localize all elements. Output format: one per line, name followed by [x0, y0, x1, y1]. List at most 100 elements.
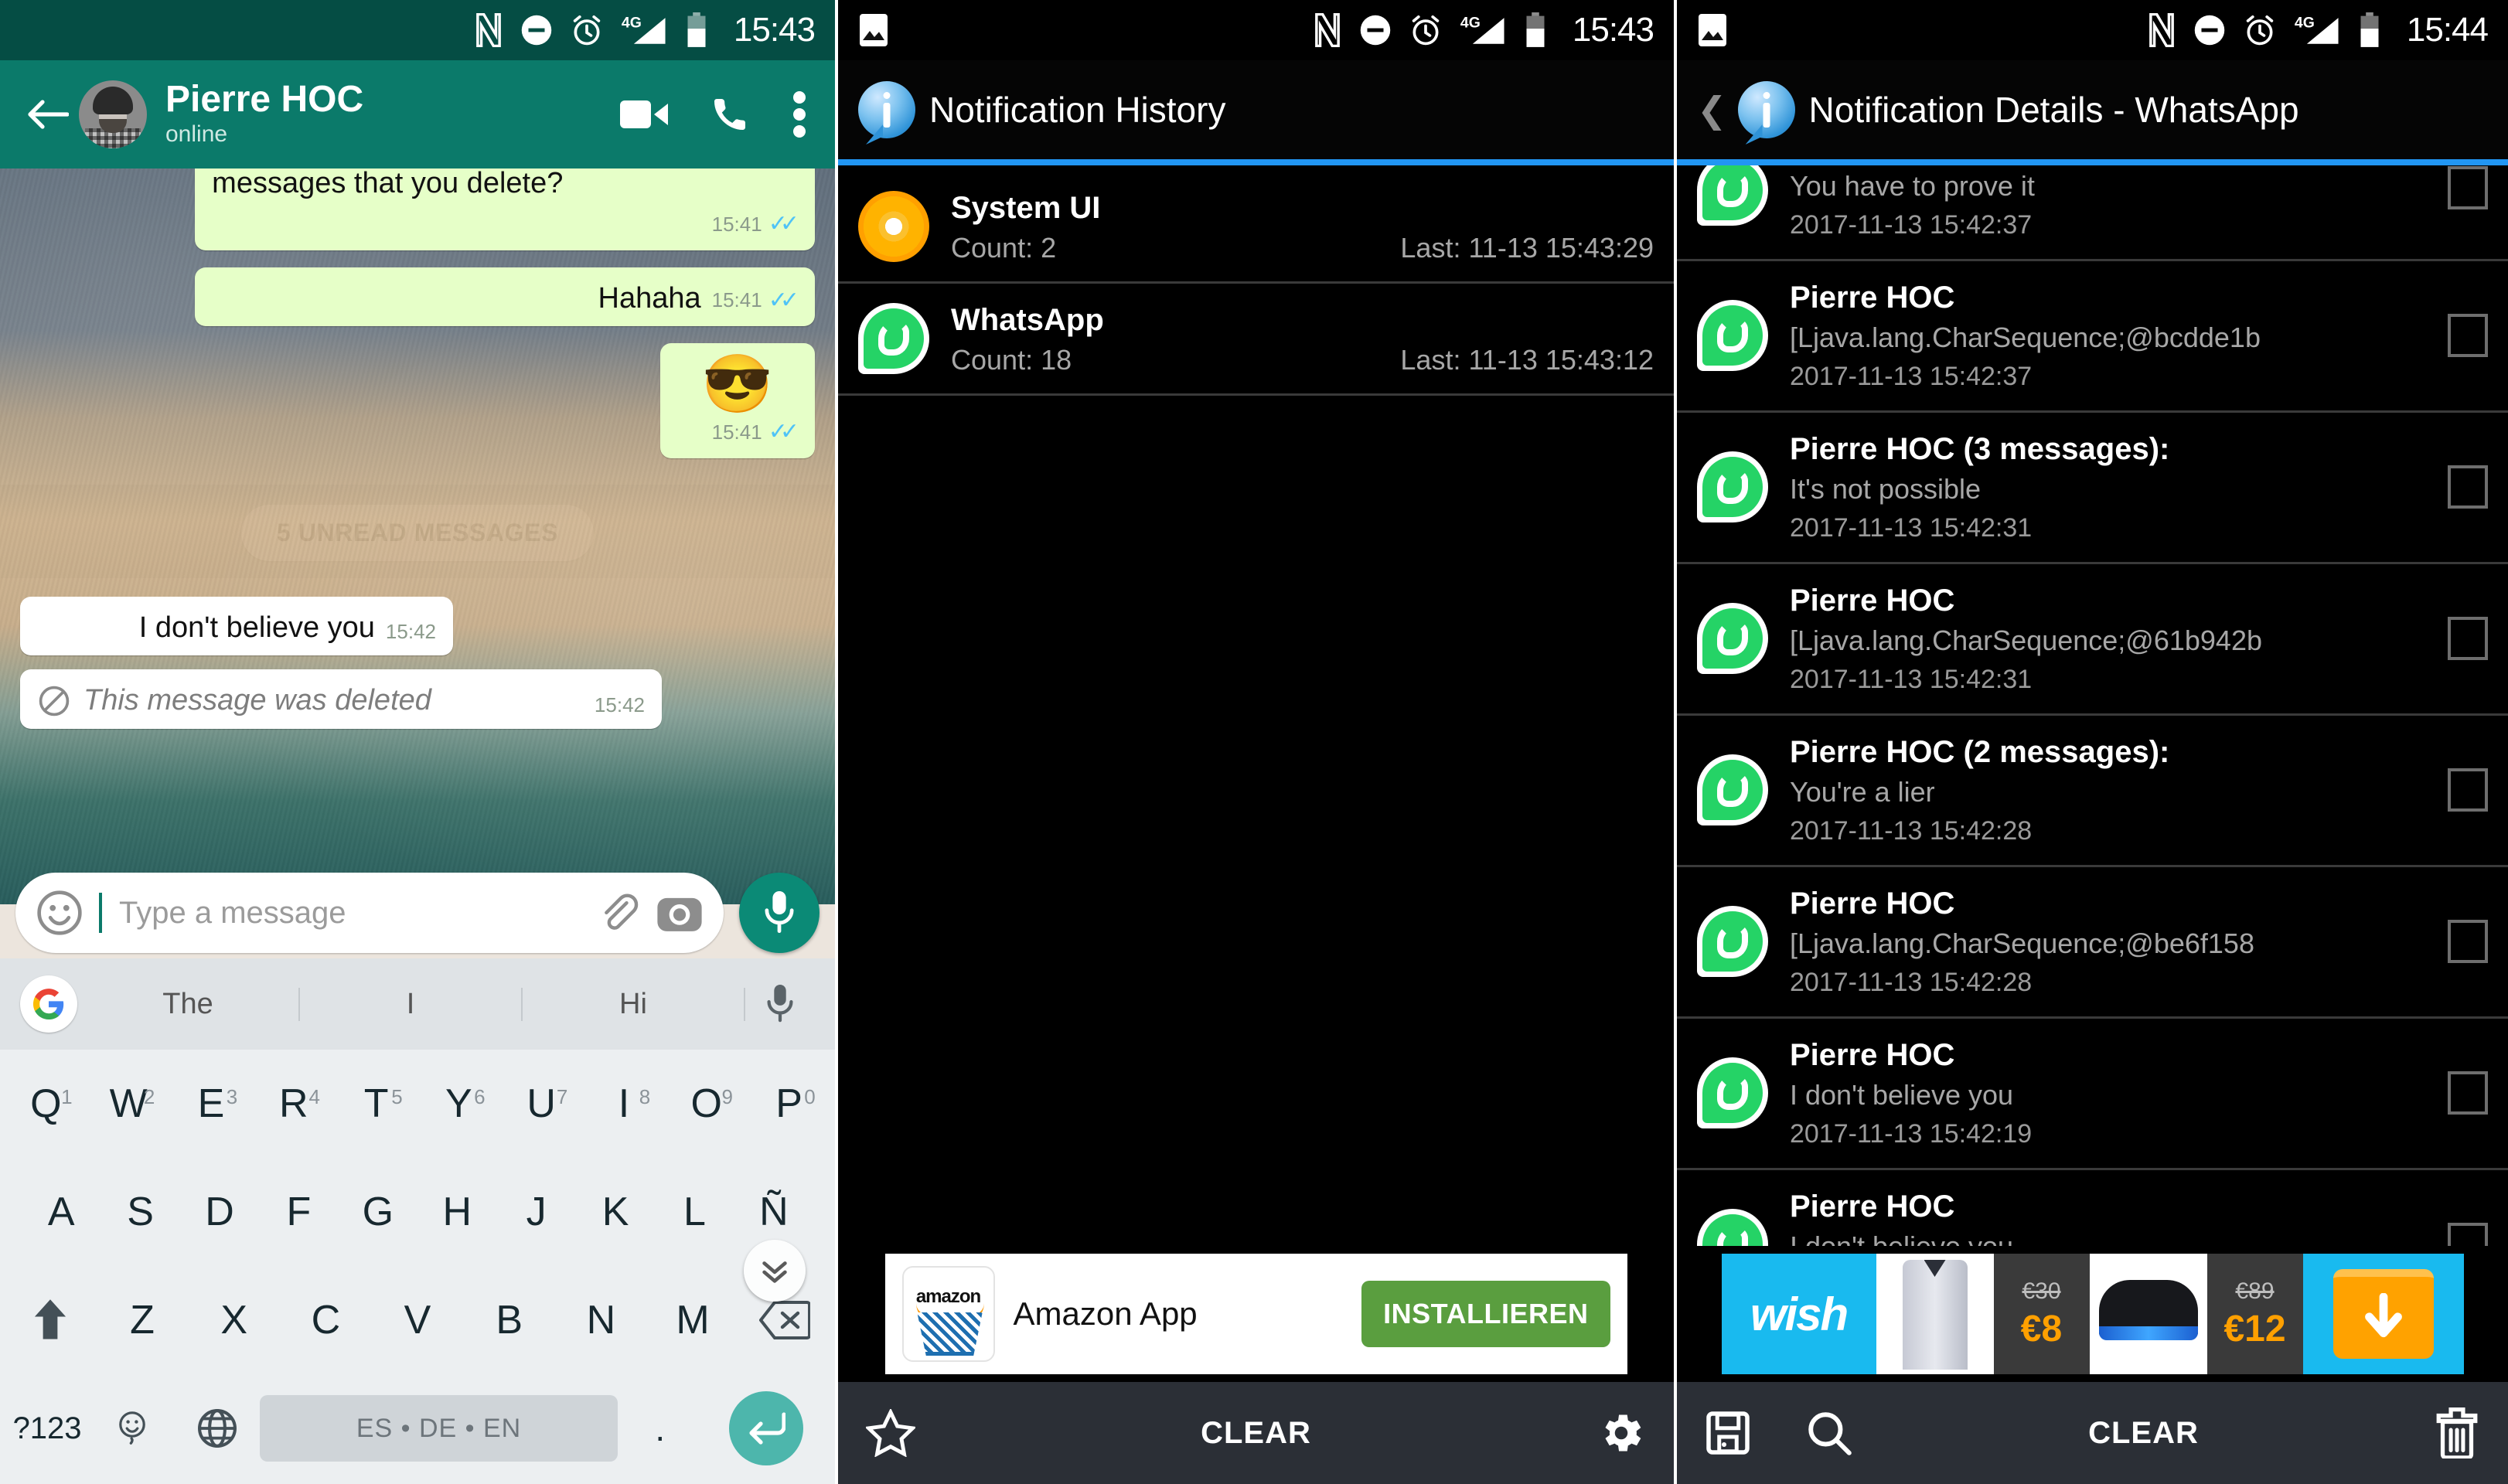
avatar[interactable] — [79, 80, 147, 148]
emoji-icon[interactable] — [36, 889, 83, 937]
key-x[interactable]: X — [188, 1297, 280, 1343]
google-logo-icon[interactable] — [20, 975, 77, 1033]
voice-call-icon[interactable] — [711, 96, 748, 133]
key-q[interactable]: 1Q — [5, 1081, 87, 1127]
row-checkbox[interactable] — [2448, 465, 2488, 509]
notification-title: Pierre HOC — [1790, 886, 1955, 921]
key-z[interactable]: Z — [97, 1297, 189, 1343]
key-k[interactable]: K — [576, 1189, 655, 1235]
signal-4g-icon: 4G — [1460, 12, 1508, 48]
row-checkbox[interactable] — [2448, 166, 2488, 210]
key-b[interactable]: B — [463, 1297, 555, 1343]
key-l[interactable]: L — [655, 1189, 734, 1235]
search-button[interactable] — [1805, 1409, 1853, 1457]
table-row[interactable]: You have to prove it 2017-11-13 15:42:37 — [1677, 165, 2508, 261]
chat-bubble-deleted[interactable]: This message was deleted 15:42 — [20, 669, 662, 729]
key-j[interactable]: J — [496, 1189, 575, 1235]
chat-bubble-outgoing[interactable]: Hey! Do you know that I can read all the… — [195, 168, 815, 250]
overflow-menu-icon[interactable] — [792, 91, 807, 138]
enter-key[interactable] — [703, 1391, 830, 1465]
advertisement-banner[interactable]: wish €30 €8 €89 €12 — [1677, 1246, 2508, 1382]
row-checkbox[interactable] — [2448, 617, 2488, 661]
message-text: This message was deleted — [83, 684, 431, 717]
key-u[interactable]: 7U — [500, 1081, 583, 1127]
emoji-comma-key[interactable] — [90, 1410, 175, 1447]
camera-icon[interactable] — [656, 892, 704, 934]
settings-button[interactable] — [1596, 1408, 1646, 1458]
key-n[interactable]: N — [555, 1297, 647, 1343]
key-c[interactable]: C — [280, 1297, 372, 1343]
advertisement-banner[interactable]: amazon Amazon App INSTALLIEREN — [838, 1246, 1674, 1382]
clear-button[interactable]: CLEAR — [915, 1416, 1596, 1451]
key-enye[interactable]: Ñ — [734, 1189, 813, 1235]
key-p[interactable]: 0P — [748, 1081, 830, 1127]
space-key[interactable]: ES • DE • EN — [260, 1395, 618, 1462]
table-row[interactable]: Pierre HOC [Ljava.lang.CharSequence;@61b… — [1677, 563, 2508, 716]
row-checkbox[interactable] — [2448, 314, 2488, 358]
key-r[interactable]: 4R — [252, 1081, 335, 1127]
suggestion-1[interactable]: The — [77, 987, 300, 1021]
key-number: 9 — [721, 1085, 733, 1108]
table-row[interactable]: Pierre HOC [Ljava.lang.CharSequence;@be6… — [1677, 866, 2508, 1019]
key-a[interactable]: A — [22, 1189, 101, 1235]
chat-bubble-outgoing[interactable]: Hahaha 15:41 ✓✓ — [195, 267, 815, 327]
key-h[interactable]: H — [417, 1189, 496, 1235]
on-screen-keyboard[interactable]: The I Hi 1Q 2W 3E 4R 5T 6Y 7U 8I 9O 0P A… — [0, 958, 835, 1484]
key-f[interactable]: F — [259, 1189, 338, 1235]
key-t[interactable]: 5T — [335, 1081, 417, 1127]
install-button[interactable]: INSTALLIEREN — [1361, 1281, 1610, 1347]
key-i[interactable]: 8I — [583, 1081, 666, 1127]
symbols-key[interactable]: ?123 — [5, 1411, 90, 1446]
video-call-icon[interactable] — [620, 97, 668, 131]
clear-button[interactable]: CLEAR — [1853, 1416, 2434, 1451]
list-item[interactable]: System UI Count: 2 Last: 11-13 15:43:29 — [838, 172, 1674, 284]
suggestion-2[interactable]: I — [300, 987, 523, 1021]
suggestion-3[interactable]: Hi — [523, 987, 745, 1021]
back-chevron-icon[interactable]: ❮ — [1697, 89, 1727, 131]
list-item[interactable]: WhatsApp Count: 18 Last: 11-13 15:43:12 — [838, 284, 1674, 396]
key-w[interactable]: 2W — [87, 1081, 170, 1127]
voice-record-button[interactable] — [739, 873, 820, 953]
row-checkbox[interactable] — [2448, 1071, 2488, 1115]
table-row[interactable]: Pierre HOC I don't believe you 2017-11-1… — [1677, 1018, 2508, 1170]
back-button[interactable] — [20, 87, 74, 141]
key-m[interactable]: M — [647, 1297, 739, 1343]
screenshot-image-icon — [858, 12, 889, 48]
shift-key[interactable] — [5, 1298, 97, 1343]
details-list[interactable]: You have to prove it 2017-11-13 15:42:37… — [1677, 165, 2508, 1246]
ad-download-button[interactable] — [2302, 1254, 2464, 1374]
period-key[interactable]: . — [618, 1407, 703, 1449]
contact-info[interactable]: Pierre HOC online — [165, 80, 620, 149]
history-app-bar: Notification History — [838, 60, 1674, 159]
table-row[interactable]: Pierre HOC (3 messages): It's not possib… — [1677, 412, 2508, 564]
attachment-icon[interactable] — [597, 891, 640, 934]
key-s[interactable]: S — [101, 1189, 179, 1235]
chat-bubble-outgoing-emoji[interactable]: 😎 15:41 ✓✓ — [660, 343, 815, 458]
table-row[interactable]: Pierre HOC (2 messages): You're a lier 2… — [1677, 715, 2508, 867]
chat-message-list[interactable]: Hey! Do you know that I can read all the… — [0, 168, 835, 904]
row-checkbox[interactable] — [2448, 920, 2488, 964]
table-row[interactable]: Pierre HOC [Ljava.lang.CharSequence;@bcd… — [1677, 260, 2508, 413]
backspace-key[interactable] — [738, 1301, 830, 1339]
history-list[interactable]: System UI Count: 2 Last: 11-13 15:43:29 … — [838, 172, 1674, 1246]
delete-button[interactable] — [2434, 1407, 2480, 1458]
three-panel-screenshot: 4G 15:43 Pierre HOC online messages that… — [0, 0, 2508, 1484]
key-d[interactable]: D — [180, 1189, 259, 1235]
language-globe-key[interactable] — [175, 1407, 260, 1449]
keyboard-mic-icon[interactable] — [745, 985, 815, 1023]
key-e[interactable]: 3E — [170, 1081, 253, 1127]
row-checkbox[interactable] — [2448, 1223, 2488, 1246]
key-v[interactable]: V — [372, 1297, 464, 1343]
chat-bubble-incoming[interactable]: I don't believe you 15:42 — [20, 596, 453, 656]
key-o[interactable]: 9O — [665, 1081, 748, 1127]
favorites-button[interactable] — [866, 1409, 915, 1457]
table-row[interactable]: Pierre HOC I don't believe you 2017-11-1… — [1677, 1169, 2508, 1246]
android-oreo-icon — [858, 191, 929, 262]
key-y[interactable]: 6Y — [417, 1081, 500, 1127]
message-input[interactable]: Type a message — [119, 896, 581, 931]
keyboard-row-4: ?123 ES • DE • EN . — [0, 1374, 835, 1482]
scroll-to-bottom-button[interactable] — [744, 1240, 806, 1302]
key-g[interactable]: G — [339, 1189, 417, 1235]
row-checkbox[interactable] — [2448, 768, 2488, 812]
save-button[interactable] — [1705, 1410, 1751, 1456]
